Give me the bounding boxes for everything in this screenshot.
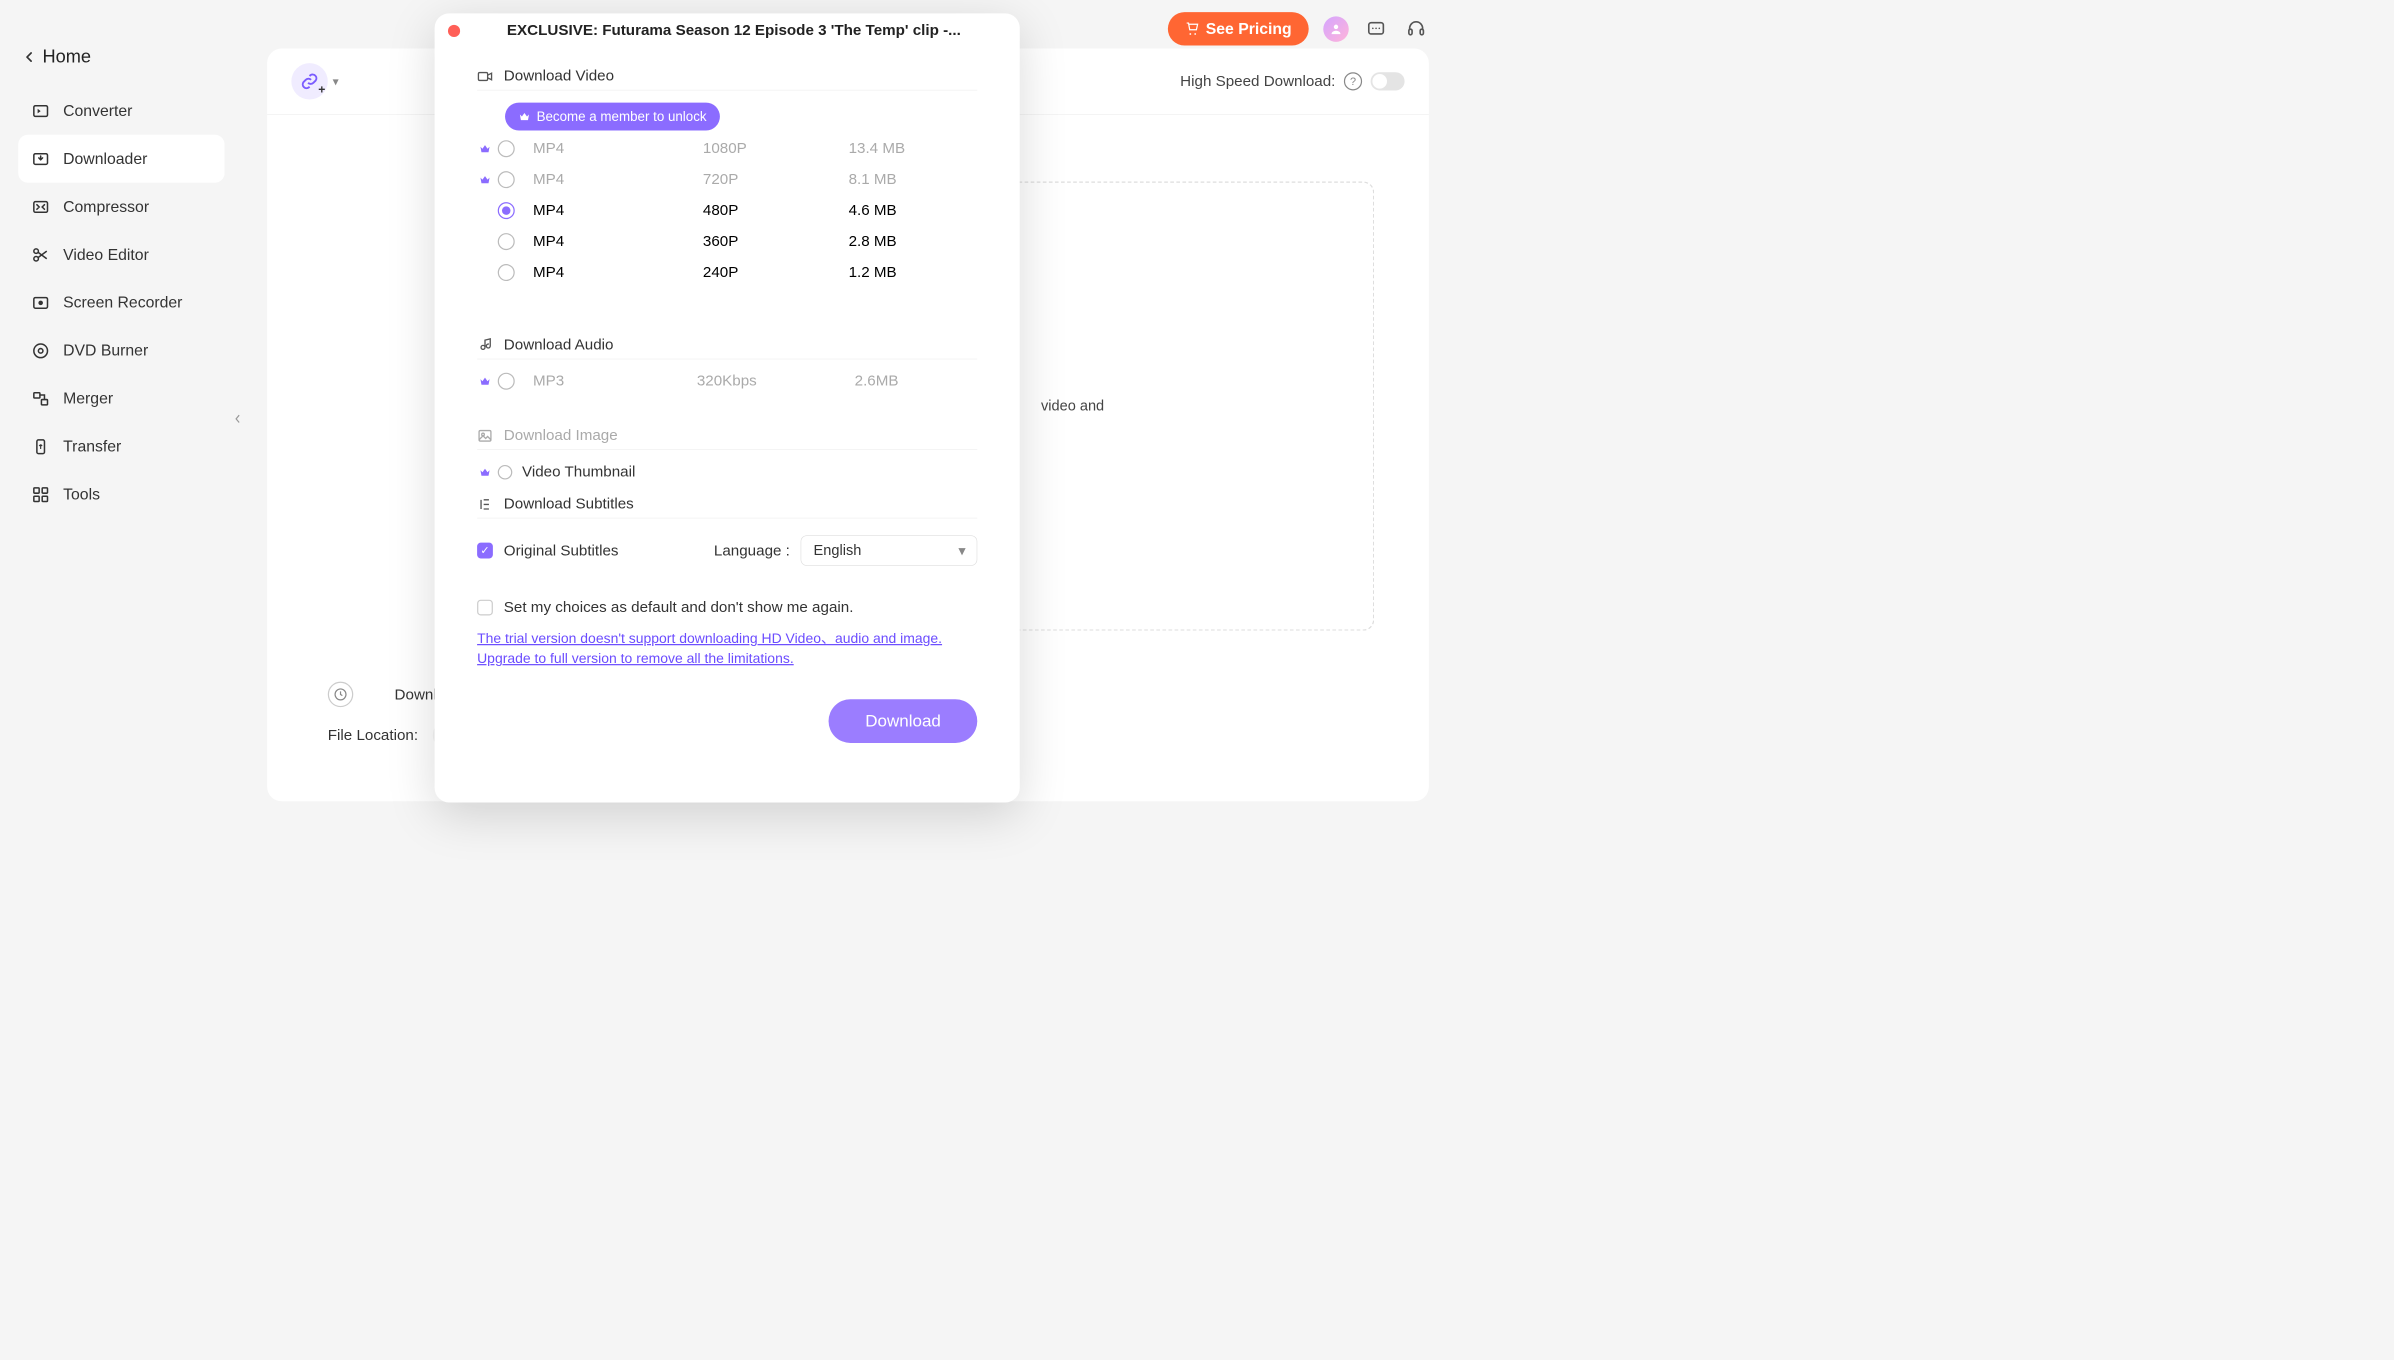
radio-button[interactable] xyxy=(498,171,515,188)
sidebar-item-label: Merger xyxy=(63,389,113,408)
nav-home-label: Home xyxy=(42,47,91,68)
sidebar-item-label: Converter xyxy=(63,101,132,120)
avatar[interactable] xyxy=(1323,16,1348,41)
image-icon xyxy=(477,428,493,444)
add-url-button[interactable] xyxy=(291,63,327,99)
history-icon[interactable] xyxy=(328,682,353,707)
radio-button[interactable] xyxy=(498,465,513,480)
converter-icon xyxy=(32,102,50,120)
language-label: Language : xyxy=(714,542,790,560)
sidebar-item-compressor[interactable]: Compressor xyxy=(18,183,224,231)
merger-icon xyxy=(32,389,50,407)
sidebar-item-label: Screen Recorder xyxy=(63,293,182,312)
audio-icon xyxy=(477,337,493,353)
download-options-modal: EXCLUSIVE: Futurama Season 12 Episode 3 … xyxy=(435,13,1020,802)
see-pricing-label: See Pricing xyxy=(1206,19,1292,38)
video-option-row[interactable]: MP4 480P 4.6 MB xyxy=(477,195,977,226)
download-audio-header: Download Audio xyxy=(477,336,977,359)
sidebar-item-label: Downloader xyxy=(63,149,147,168)
modal-close-button[interactable] xyxy=(448,25,460,37)
video-option-row[interactable]: MP4 720P 8.1 MB xyxy=(477,164,977,195)
language-select[interactable]: English xyxy=(801,535,977,565)
radio-button[interactable] xyxy=(498,140,515,157)
sidebar-item-label: Tools xyxy=(63,485,100,504)
video-icon xyxy=(477,68,493,84)
sidebar: Home Converter Downloader Compressor Vid… xyxy=(0,0,243,826)
hsd-label: High Speed Download: xyxy=(1180,73,1335,91)
crown-icon xyxy=(477,466,493,478)
trial-upgrade-link[interactable]: The trial version doesn't support downlo… xyxy=(477,622,977,675)
sidebar-item-merger[interactable]: Merger xyxy=(18,375,224,423)
support-icon[interactable] xyxy=(1403,16,1428,41)
radio-button[interactable] xyxy=(498,202,515,219)
transfer-icon xyxy=(32,437,50,455)
sidebar-item-label: Video Editor xyxy=(63,245,149,264)
sidebar-item-transfer[interactable]: Transfer xyxy=(18,422,224,470)
download-subtitles-header: Download Subtitles xyxy=(477,495,977,518)
sidebar-item-label: Transfer xyxy=(63,437,121,456)
subtitles-icon xyxy=(477,496,493,512)
sidebar-item-video-editor[interactable]: Video Editor xyxy=(18,231,224,279)
set-default-checkbox[interactable] xyxy=(477,599,493,615)
chevron-left-icon xyxy=(24,52,35,63)
compressor-icon xyxy=(32,198,50,216)
nav-home[interactable]: Home xyxy=(0,33,243,80)
crown-icon xyxy=(477,375,493,387)
hsd-toggle[interactable] xyxy=(1371,72,1405,90)
video-option-row[interactable]: MP4 240P 1.2 MB xyxy=(477,257,977,288)
original-subtitles-label: Original Subtitles xyxy=(504,542,619,560)
crown-icon xyxy=(518,110,530,122)
video-option-row[interactable]: MP4 1080P 13.4 MB xyxy=(477,133,977,164)
video-option-row[interactable]: MP4 360P 2.8 MB xyxy=(477,226,977,257)
sidebar-item-label: Compressor xyxy=(63,197,149,216)
crown-icon xyxy=(477,142,493,154)
help-icon[interactable]: ? xyxy=(1344,72,1362,90)
see-pricing-button[interactable]: See Pricing xyxy=(1168,12,1309,45)
recorder-icon xyxy=(32,293,50,311)
sidebar-item-downloader[interactable]: Downloader xyxy=(18,135,224,183)
download-video-header: Download Video xyxy=(477,67,977,90)
radio-button[interactable] xyxy=(498,264,515,281)
radio-button[interactable] xyxy=(498,233,515,250)
crown-icon xyxy=(477,173,493,185)
cart-icon xyxy=(1185,22,1200,37)
video-thumbnail-row[interactable]: Video Thumbnail xyxy=(477,456,977,495)
audio-option-row[interactable]: MP3 320Kbps 2.6MB xyxy=(477,365,977,396)
feedback-icon[interactable] xyxy=(1363,16,1388,41)
original-subtitles-checkbox[interactable]: ✓ xyxy=(477,543,493,559)
sidebar-item-dvd-burner[interactable]: DVD Burner xyxy=(18,327,224,375)
sidebar-item-converter[interactable]: Converter xyxy=(18,87,224,135)
download-image-header: Download Image xyxy=(477,427,977,450)
url-dropdown-caret[interactable]: ▾ xyxy=(333,74,339,89)
radio-button[interactable] xyxy=(498,372,515,389)
sidebar-item-screen-recorder[interactable]: Screen Recorder xyxy=(18,279,224,327)
file-location-label: File Location: xyxy=(328,726,418,744)
download-button[interactable]: Download xyxy=(829,699,977,743)
sidebar-item-label: DVD Burner xyxy=(63,341,148,360)
modal-title: EXCLUSIVE: Futurama Season 12 Episode 3 … xyxy=(460,22,1008,40)
sidebar-item-tools[interactable]: Tools xyxy=(18,470,224,518)
tools-icon xyxy=(32,485,50,503)
become-member-button[interactable]: Become a member to unlock xyxy=(505,103,720,131)
downloader-icon xyxy=(32,150,50,168)
set-default-label: Set my choices as default and don't show… xyxy=(504,599,854,617)
scissors-icon xyxy=(32,246,50,264)
disc-icon xyxy=(32,341,50,359)
